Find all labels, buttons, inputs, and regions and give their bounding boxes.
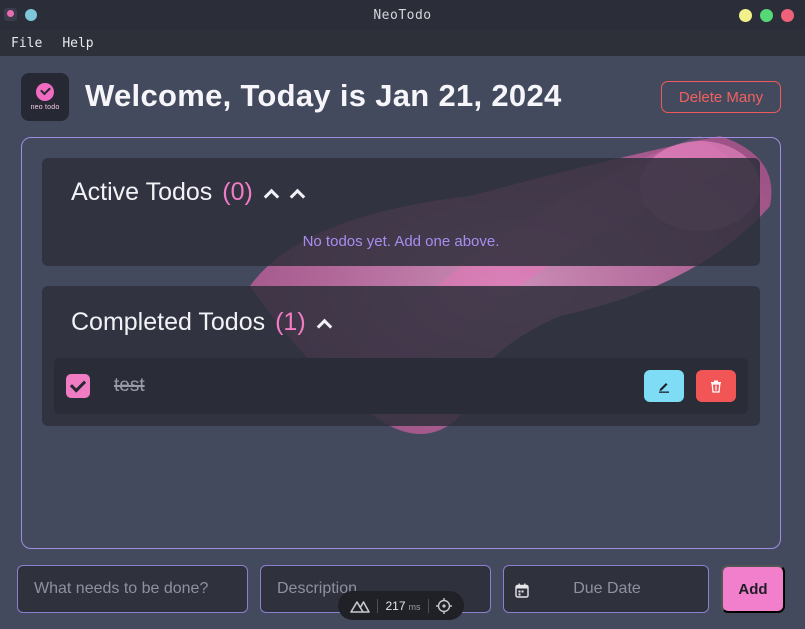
active-todos-header: Active Todos (0)	[71, 178, 305, 207]
window-pin-button[interactable]	[25, 8, 37, 21]
todo-title: test	[114, 375, 145, 396]
menu-help[interactable]: Help	[62, 36, 93, 51]
chevron-up-icon[interactable]	[263, 185, 279, 201]
logo-text: neo todo	[30, 104, 60, 111]
maximize-button[interactable]	[760, 9, 773, 22]
completed-todos-section: Completed Todos (1) test	[42, 286, 760, 426]
active-todos-count: (0)	[222, 178, 253, 206]
todo-item: test	[54, 358, 748, 414]
trash-icon	[711, 380, 721, 393]
pencil-icon	[659, 383, 669, 393]
devtools-separator	[427, 598, 429, 613]
delete-many-button[interactable]: Delete Many	[661, 81, 781, 113]
page-title: Welcome, Today is Jan 21, 2024	[85, 78, 562, 113]
title-bar: NeoTodo	[0, 0, 805, 30]
add-button[interactable]: Add	[721, 565, 785, 613]
completed-todos-title: Completed Todos	[71, 308, 266, 336]
logo-icon	[36, 83, 54, 101]
chevron-up-icon[interactable]	[316, 315, 332, 331]
title-bar-left	[4, 8, 37, 21]
delete-button[interactable]	[696, 370, 736, 402]
due-date-label: Due Date	[573, 580, 641, 597]
todo-input-field[interactable]	[17, 565, 248, 613]
due-date-field[interactable]: Due Date	[503, 565, 709, 613]
app-icon	[4, 8, 17, 21]
active-todos-section: Active Todos (0) No todos yet. Add one a…	[42, 158, 760, 266]
minimize-button[interactable]	[739, 9, 752, 22]
render-time: 217 ms	[385, 599, 420, 613]
chevron-up-icon[interactable]	[289, 185, 305, 201]
completed-todos-count: (1)	[275, 308, 306, 336]
menu-bar: File Help	[0, 30, 805, 56]
render-time-value: 217	[385, 598, 406, 613]
app-logo: neo todo	[21, 73, 69, 121]
render-time-unit: ms	[408, 601, 421, 612]
devtools-toolbar[interactable]: 217 ms	[338, 591, 464, 620]
active-todos-title: Active Todos	[71, 178, 213, 206]
menu-file[interactable]: File	[11, 36, 42, 51]
devtools-separator	[377, 598, 379, 613]
crosshair-icon[interactable]	[436, 597, 453, 614]
window-controls	[739, 9, 794, 22]
todo-checkbox[interactable]	[66, 374, 90, 398]
completed-todos-header: Completed Todos (1)	[71, 308, 332, 337]
empty-message: No todos yet. Add one above.	[302, 233, 500, 250]
window-title: NeoTodo	[373, 7, 432, 23]
todo-input[interactable]	[18, 566, 247, 612]
nuxt-icon[interactable]	[349, 599, 370, 613]
close-button[interactable]	[781, 9, 794, 22]
edit-button[interactable]	[644, 370, 684, 402]
